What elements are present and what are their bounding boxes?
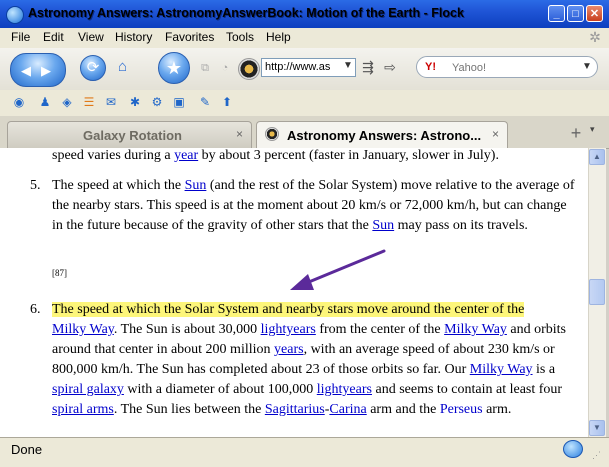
people-icon[interactable]: ♟ xyxy=(38,95,52,109)
link-milky-way[interactable]: Milky Way xyxy=(470,362,533,377)
media-icon[interactable]: ◈ xyxy=(60,95,74,109)
menu-tools[interactable]: Tools xyxy=(226,30,254,44)
text: may pass on its travels. xyxy=(394,218,528,233)
feed-icon[interactable]: ◔ xyxy=(218,61,232,75)
tab-astronomy-answers[interactable]: Astronomy Answers: Astrono... × xyxy=(256,121,508,149)
forward-arrow-icon[interactable]: ▶ xyxy=(41,63,51,79)
text: arm and the xyxy=(366,402,440,417)
link-sun[interactable]: Sun xyxy=(372,218,394,233)
tab-list-dropdown-icon[interactable]: ▾ xyxy=(590,124,595,135)
text: with a diameter of about 100,000 xyxy=(123,382,317,397)
feeds-icon[interactable]: ☰ xyxy=(82,95,96,109)
text: from the center of the xyxy=(315,322,445,337)
page-info-icon[interactable]: ⇶ xyxy=(359,58,377,76)
tab-close-icon[interactable]: × xyxy=(492,127,499,141)
share-icon[interactable]: ⬆ xyxy=(220,95,234,109)
chat-bubble-icon[interactable] xyxy=(563,440,583,458)
back-arrow-icon[interactable]: ◀ xyxy=(21,63,31,79)
star-favorite-button[interactable]: ★ xyxy=(158,52,190,84)
blog-icon[interactable]: ✎ xyxy=(198,95,212,109)
url-field[interactable]: http://www.as xyxy=(261,58,356,77)
search-dropdown-icon[interactable]: ▼ xyxy=(582,61,592,72)
scrollbar-thumb[interactable] xyxy=(589,279,605,305)
link-milky-way[interactable]: Milky Way xyxy=(52,322,114,337)
go-arrow-icon[interactable]: ⇨ xyxy=(381,58,399,76)
text: by about 3 percent (faster in January, s… xyxy=(198,148,499,163)
link-sun[interactable]: Sun xyxy=(185,178,207,193)
back-forward-buttons[interactable]: ◀ ▶ xyxy=(10,53,66,87)
link-sagittarius[interactable]: Sagittarius xyxy=(265,402,325,417)
menu-file[interactable]: File xyxy=(11,30,30,44)
text: . The Sun lies between the xyxy=(113,402,265,417)
menu-view[interactable]: View xyxy=(78,30,104,44)
web-clipboard-icon[interactable]: ⚙ xyxy=(150,95,164,109)
list-item-6: The speed at which the Solar System and … xyxy=(52,300,580,420)
window-title: Astronomy Answers: AstronomyAnswerBook: … xyxy=(28,6,464,20)
link-years[interactable]: years xyxy=(274,342,304,357)
tab-close-icon[interactable]: × xyxy=(236,127,243,141)
list-number: 6. xyxy=(30,302,41,317)
home-button[interactable]: ⌂ xyxy=(118,55,144,81)
menu-history[interactable]: History xyxy=(115,30,152,44)
maximize-button[interactable]: □ xyxy=(567,5,584,22)
arrow-shaft xyxy=(302,249,386,286)
yahoo-logo-icon[interactable]: Y! xyxy=(425,61,436,73)
link-lightyears[interactable]: lightyears xyxy=(317,382,372,397)
annotation-arrow xyxy=(290,249,386,290)
scroll-up-button[interactable]: ▲ xyxy=(589,149,605,165)
new-tab-button[interactable]: + xyxy=(566,122,586,144)
link-lightyears[interactable]: lightyears xyxy=(261,322,316,337)
link-spiral-galaxy[interactable]: spiral galaxy xyxy=(52,382,124,397)
reload-button[interactable]: ⟳ xyxy=(80,55,106,81)
tab-label: Galaxy Rotation xyxy=(83,128,182,143)
link-year[interactable]: year xyxy=(174,148,198,163)
minimize-button[interactable]: _ xyxy=(548,5,565,22)
list-number: 5. xyxy=(30,178,41,193)
upload-icon[interactable]: ▣ xyxy=(172,95,186,109)
mail-icon[interactable]: ✉ xyxy=(104,95,118,109)
status-bar xyxy=(0,437,609,467)
link-spiral-arms[interactable]: spiral arms xyxy=(52,402,114,417)
highlighted-text: The speed at which the Solar System and … xyxy=(52,302,525,317)
accounts-icon[interactable]: ✱ xyxy=(128,95,142,109)
tag-icon[interactable]: ⧉ xyxy=(198,61,212,75)
menu-edit[interactable]: Edit xyxy=(43,30,64,44)
tab-favicon xyxy=(265,127,279,141)
link-milky-way[interactable]: Milky Way xyxy=(444,322,507,337)
status-text: Done xyxy=(11,442,43,457)
text: and seems to contain at least four xyxy=(371,382,563,397)
search-input[interactable] xyxy=(450,59,574,77)
text: The speed at which the xyxy=(52,178,185,193)
list-item-5: The speed at which the Sun (and the rest… xyxy=(52,176,580,236)
tab-galaxy-rotation[interactable]: Galaxy Rotation × xyxy=(7,121,252,148)
url-dropdown-icon[interactable]: ▼ xyxy=(343,60,353,71)
text: speed varies during a xyxy=(52,148,175,163)
scroll-down-button[interactable]: ▼ xyxy=(589,420,605,436)
resize-grip-icon[interactable]: ⋰ xyxy=(592,450,601,461)
text: is a xyxy=(532,362,556,377)
paragraph-item4-tail: speed varies during a year by about 3 pe… xyxy=(52,148,580,166)
menu-favorites[interactable]: Favorites xyxy=(165,30,214,44)
close-button[interactable]: ✕ xyxy=(586,5,603,22)
throbber-icon: ✲ xyxy=(589,29,601,45)
reference-marker: [87] xyxy=(52,268,67,278)
link-carina[interactable]: Carina xyxy=(329,402,366,417)
text: arm. xyxy=(482,402,512,417)
tab-label: Astronomy Answers: Astrono... xyxy=(287,128,482,143)
text: . The Sun is about 30,000 xyxy=(113,322,261,337)
flock-app-icon xyxy=(6,6,24,24)
arrow-head xyxy=(290,274,314,290)
link-perseus[interactable]: Perseus xyxy=(440,402,483,417)
flock-icon[interactable]: ◉ xyxy=(12,95,26,109)
site-favicon xyxy=(238,58,260,80)
menu-help[interactable]: Help xyxy=(266,30,291,44)
